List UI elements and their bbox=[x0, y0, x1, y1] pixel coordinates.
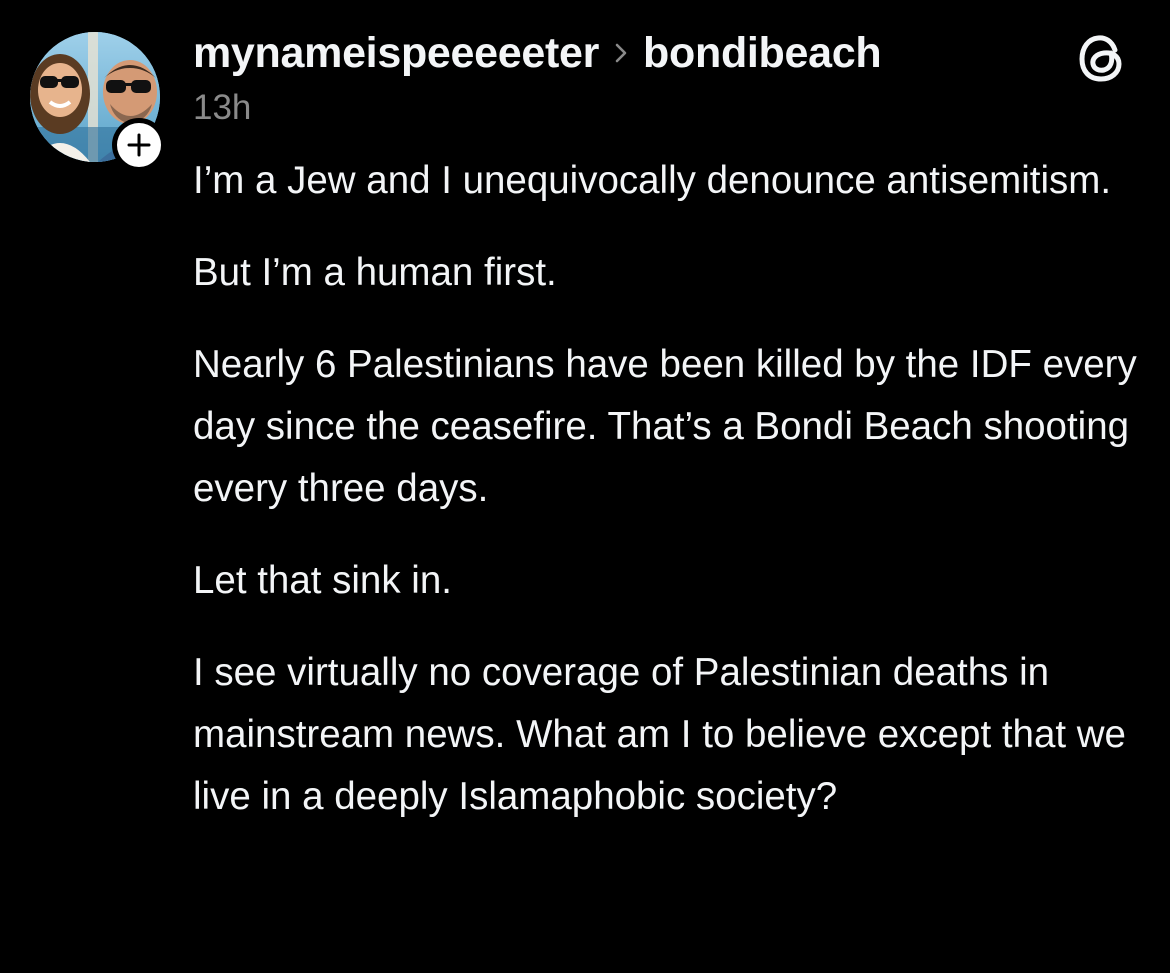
chevron-right-icon bbox=[613, 41, 629, 65]
post-timestamp: 13h bbox=[193, 88, 252, 127]
threads-logo-icon[interactable] bbox=[1074, 30, 1130, 86]
plus-icon bbox=[127, 133, 151, 157]
follow-button[interactable] bbox=[112, 118, 166, 172]
threads-post: mynameispeeeeeter bondibeach 13h I’m a J… bbox=[0, 0, 1170, 973]
post-paragraph-5: I see virtually no coverage of Palestini… bbox=[193, 651, 1126, 818]
community-name[interactable]: bondibeach bbox=[643, 29, 882, 78]
post-paragraph-4: Let that sink in. bbox=[193, 559, 452, 602]
post-body: I’m a Jew and I unequivocally denounce a… bbox=[193, 150, 1143, 858]
post-paragraph-1: I’m a Jew and I unequivocally denounce a… bbox=[193, 159, 1112, 202]
post-header: mynameispeeeeeter bondibeach bbox=[193, 24, 882, 82]
author-username[interactable]: mynameispeeeeeter bbox=[193, 29, 599, 78]
post-paragraph-3: Nearly 6 Palestinians have been killed b… bbox=[193, 343, 1137, 510]
follow-badge-circle bbox=[117, 123, 161, 167]
post-paragraph-2: But I’m a human first. bbox=[193, 251, 557, 294]
author-avatar-container[interactable] bbox=[30, 32, 166, 172]
